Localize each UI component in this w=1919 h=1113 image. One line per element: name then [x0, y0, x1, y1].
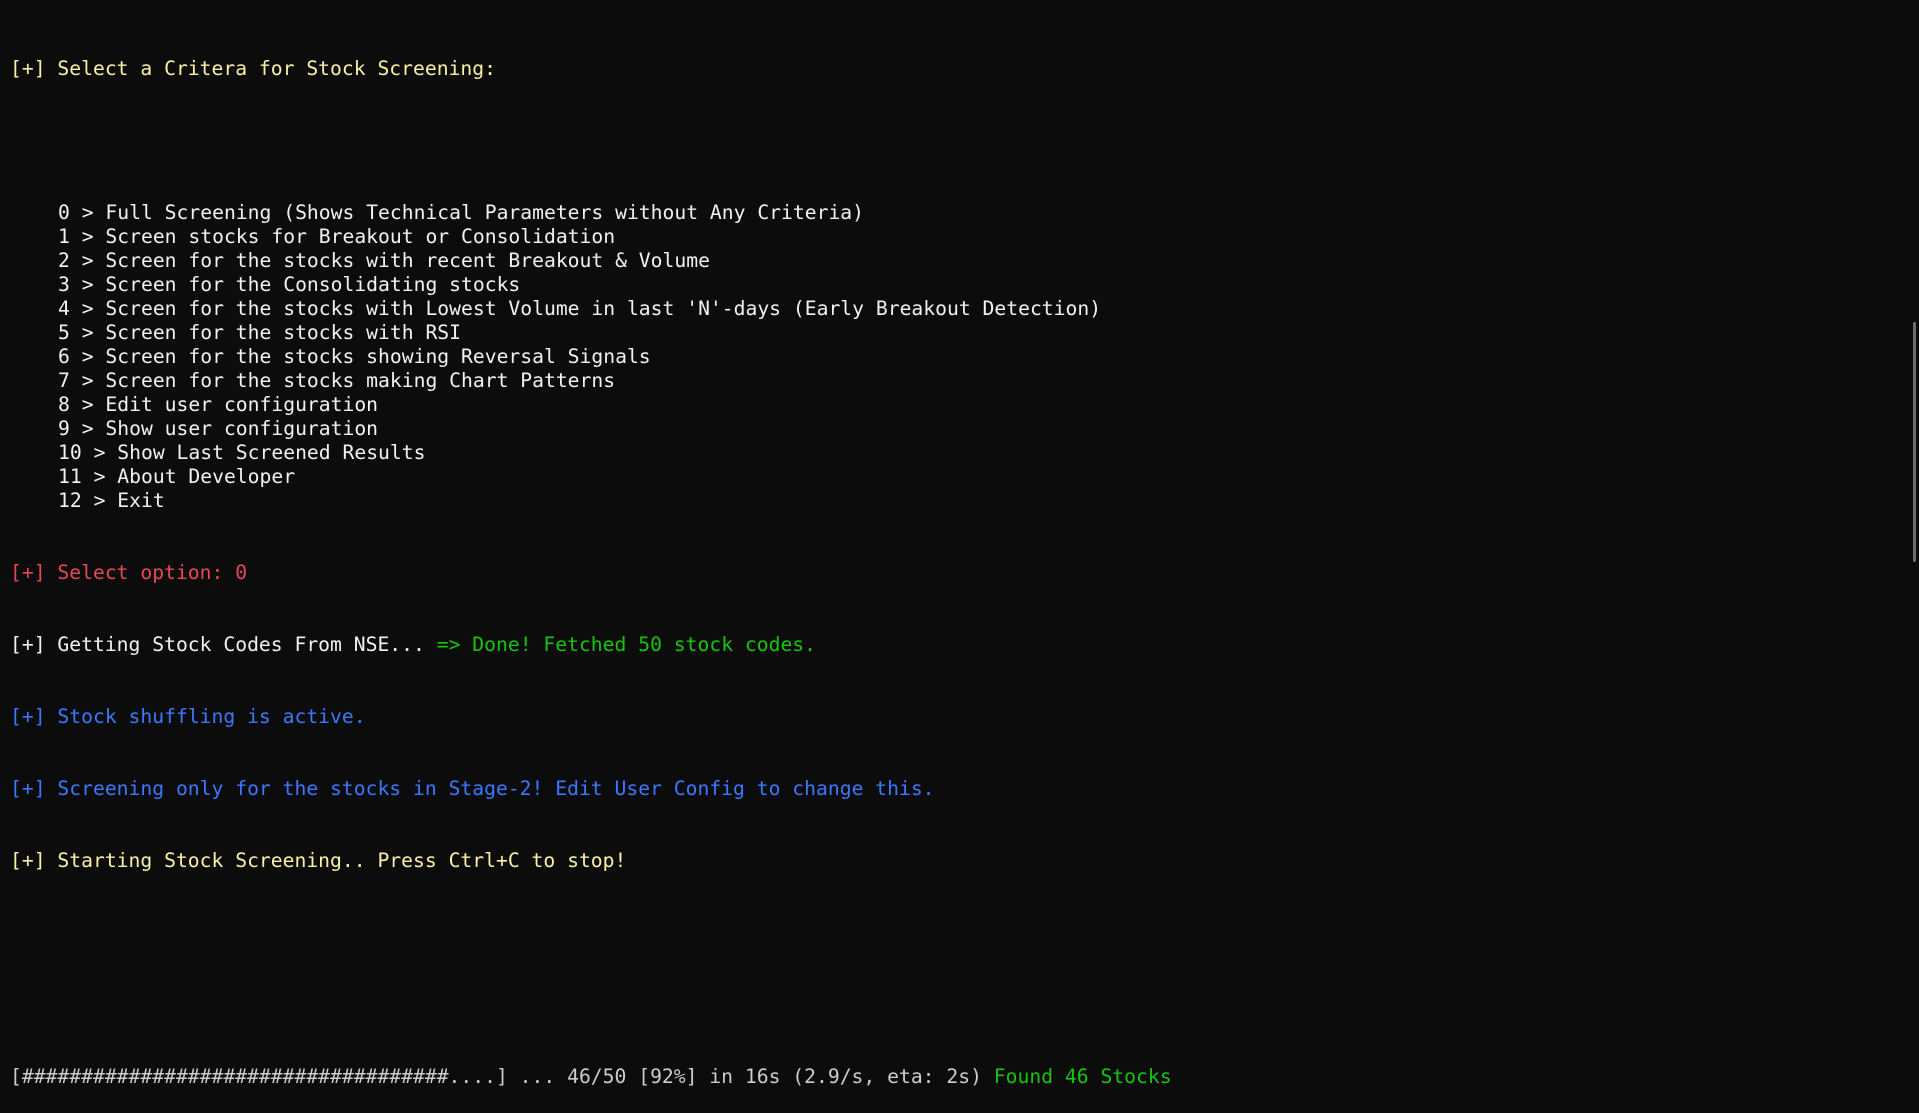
menu-item-label: Edit user configuration	[105, 393, 379, 416]
menu-item-key: 7	[58, 369, 70, 392]
fetching-prefix: [+]	[10, 633, 46, 656]
menu-item-key: 8	[58, 393, 70, 416]
menu-item-label: Full Screening (Shows Technical Paramete…	[105, 201, 865, 224]
menu-item-label: Show Last Screened Results	[117, 441, 426, 464]
menu-item-separator: >	[81, 465, 118, 488]
progress-bar: [####################################...…	[10, 1065, 508, 1088]
menu-item-label: Show user configuration	[105, 417, 379, 440]
menu-item-label: Screen for the stocks showing Reversal S…	[105, 345, 651, 368]
progress-line: [####################################...…	[10, 1065, 1899, 1089]
fetching-text: Getting Stock Codes From NSE...	[57, 633, 437, 656]
shuffling-prefix: [+]	[10, 705, 46, 728]
menu-item-4: 4 > Screen for the stocks with Lowest Vo…	[10, 297, 1899, 321]
menu-item-separator: >	[69, 201, 106, 224]
menu-item-separator: >	[69, 417, 106, 440]
menu-item-separator: >	[81, 441, 118, 464]
menu-item-3: 3 > Screen for the Consolidating stocks	[10, 273, 1899, 297]
menu-item-key: 12	[58, 489, 82, 512]
menu-item-separator: >	[69, 345, 106, 368]
menu-item-separator: >	[69, 393, 106, 416]
fetching-line: [+] Getting Stock Codes From NSE... => D…	[10, 633, 1899, 657]
stage2-prefix: [+]	[10, 777, 46, 800]
shuffling-line: [+] Stock shuffling is active.	[10, 705, 1899, 729]
menu-item-key: 10	[58, 441, 82, 464]
stage2-text: Screening only for the stocks in Stage-2…	[57, 777, 935, 800]
menu-item-2: 2 > Screen for the stocks with recent Br…	[10, 249, 1899, 273]
menu-item-label: About Developer	[117, 465, 296, 488]
menu-item-separator: >	[69, 297, 106, 320]
menu-item-separator: >	[81, 489, 118, 512]
menu-item-key: 2	[58, 249, 70, 272]
header-prefix: [+]	[10, 57, 46, 80]
menu-item-9: 9 > Show user configuration	[10, 417, 1899, 441]
menu-item-10: 10 > Show Last Screened Results	[10, 441, 1899, 465]
menu-item-label: Screen for the stocks with recent Breako…	[105, 249, 710, 272]
menu-list: 0 > Full Screening (Shows Technical Para…	[10, 201, 1899, 513]
header-title: Select a Critera for Stock Screening:	[57, 57, 496, 80]
menu-item-separator: >	[69, 273, 106, 296]
menu-item-separator: >	[69, 225, 106, 248]
terminal-output: [+] Select a Critera for Stock Screening…	[10, 9, 1899, 1113]
select-option-text: Select option: 0	[57, 561, 248, 584]
menu-item-7: 7 > Screen for the stocks making Chart P…	[10, 369, 1899, 393]
progress-stats: ... 46/50 [92%] in 16s (2.9/s, eta: 2s)	[507, 1065, 994, 1088]
progress-found: Found 46 Stocks	[993, 1065, 1172, 1088]
scrollbar[interactable]	[1905, 0, 1919, 583]
menu-item-11: 11 > About Developer	[10, 465, 1899, 489]
menu-item-key: 4	[58, 297, 70, 320]
menu-item-key: 0	[58, 201, 70, 224]
menu-item-key: 9	[58, 417, 70, 440]
starting-line: [+] Starting Stock Screening.. Press Ctr…	[10, 849, 1899, 873]
menu-item-separator: >	[69, 321, 106, 344]
stage2-line: [+] Screening only for the stocks in Sta…	[10, 777, 1899, 801]
menu-item-key: 6	[58, 345, 70, 368]
menu-item-6: 6 > Screen for the stocks showing Revers…	[10, 345, 1899, 369]
menu-item-label: Screen stocks for Breakout or Consolidat…	[105, 225, 616, 248]
scrollbar-thumb[interactable]	[1913, 322, 1916, 562]
menu-item-0: 0 > Full Screening (Shows Technical Para…	[10, 201, 1899, 225]
menu-item-8: 8 > Edit user configuration	[10, 393, 1899, 417]
starting-prefix: [+]	[10, 849, 46, 872]
menu-item-5: 5 > Screen for the stocks with RSI	[10, 321, 1899, 345]
menu-item-label: Screen for the Consolidating stocks	[105, 273, 521, 296]
menu-item-label: Screen for the stocks with RSI	[105, 321, 462, 344]
menu-item-separator: >	[69, 369, 106, 392]
menu-item-label: Exit	[117, 489, 165, 512]
menu-item-key: 1	[58, 225, 70, 248]
menu-item-key: 11	[58, 465, 82, 488]
menu-item-1: 1 > Screen stocks for Breakout or Consol…	[10, 225, 1899, 249]
menu-item-key: 5	[58, 321, 70, 344]
select-option-prefix: [+]	[10, 561, 46, 584]
fetching-result: => Done! Fetched 50 stock codes.	[436, 633, 817, 656]
menu-item-label: Screen for the stocks with Lowest Volume…	[105, 297, 1102, 320]
shuffling-text: Stock shuffling is active.	[57, 705, 366, 728]
menu-item-label: Screen for the stocks making Chart Patte…	[105, 369, 616, 392]
starting-text: Starting Stock Screening.. Press Ctrl+C …	[57, 849, 627, 872]
menu-item-12: 12 > Exit	[10, 489, 1899, 513]
header-line: [+] Select a Critera for Stock Screening…	[10, 57, 1899, 81]
select-option-line: [+] Select option: 0	[10, 561, 1899, 585]
menu-item-key: 3	[58, 273, 70, 296]
menu-item-separator: >	[69, 249, 106, 272]
